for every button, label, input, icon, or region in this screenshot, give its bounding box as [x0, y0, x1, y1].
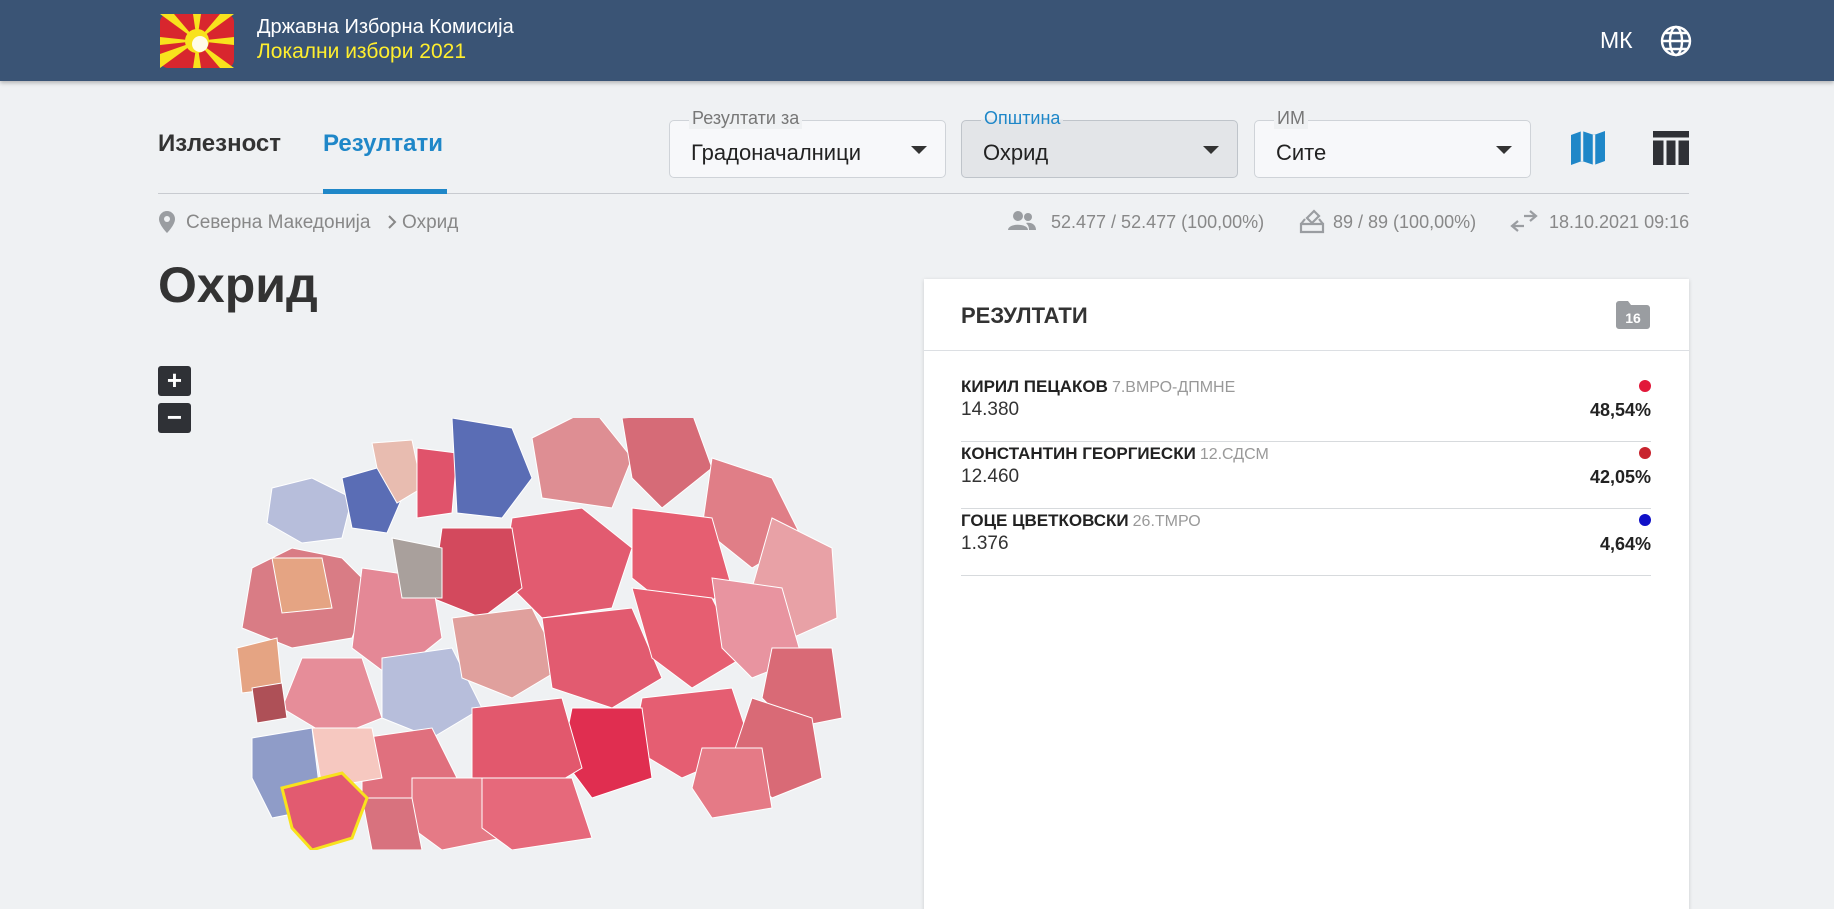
chevron-right-icon — [388, 215, 397, 229]
brand-subtitle: Локални избори 2021 — [257, 40, 466, 63]
flag-emblem-logo[interactable] — [160, 14, 234, 68]
results-for-label: Резултати за — [689, 108, 803, 129]
chevron-down-icon — [911, 146, 927, 154]
breadcrumb-country[interactable]: Северна Македонија — [186, 212, 370, 234]
candidate-name: ГОЦЕ ЦВЕТКОВСКИ 26.ТМРО — [961, 511, 1201, 530]
sync-arrows-icon — [1510, 210, 1538, 232]
polling-station-select[interactable]: ИМ Сите — [1254, 108, 1531, 178]
municipality-select[interactable]: Општина Охрид — [961, 108, 1238, 178]
polling-station-label: ИМ — [1274, 108, 1308, 129]
results-count: 16 — [1625, 310, 1641, 326]
candidate-votes: 1.376 — [961, 533, 1009, 554]
municipality-map[interactable] — [212, 418, 850, 850]
voters-stat: 52.477 / 52.477 (100,00%) — [1051, 212, 1265, 232]
language-switch[interactable]: МК — [1600, 27, 1633, 54]
tab-results[interactable]: Резултати — [323, 130, 443, 158]
page-title: Охрид — [158, 257, 318, 313]
results-for-select[interactable]: Резултати за Градоначалници — [669, 108, 946, 178]
polling-station-value: Сите — [1276, 140, 1327, 165]
candidate-votes: 14.380 — [961, 399, 1020, 420]
candidate-party: 12.СДСМ — [1199, 446, 1269, 463]
candidate-votes: 12.460 — [961, 466, 1020, 487]
ballot-box-icon — [1299, 209, 1325, 234]
polling-stations-stat: 89 / 89 (100,00%) — [1333, 212, 1477, 232]
candidate-percent: 48,54% — [1589, 400, 1651, 420]
chevron-down-icon — [1203, 146, 1219, 154]
location-pin-icon — [159, 211, 175, 233]
candidate-percent: 4,64% — [1599, 534, 1651, 554]
list-item[interactable]: ГОЦЕ ЦВЕТКОВСКИ 26.ТМРО 1.376 4,64% — [961, 509, 1651, 576]
map-icon[interactable] — [1568, 128, 1608, 168]
brand: Државна Изборна Комисија Локални избори … — [257, 15, 514, 65]
candidate-name: КОНСТАНТИН ГЕОРГИЕСКИ 12.СДСМ — [961, 444, 1269, 463]
last-updated: 18.10.2021 09:16 — [1549, 212, 1690, 232]
tab-turnout[interactable]: Излезност — [158, 130, 281, 158]
results-title: РЕЗУЛТАТИ — [961, 303, 1088, 328]
table-icon[interactable] — [1651, 128, 1691, 168]
results-header: РЕЗУЛТАТИ 16 — [924, 279, 1689, 351]
party-color-dot — [1639, 514, 1651, 526]
candidate-percent: 42,05% — [1589, 467, 1651, 487]
active-tab-indicator — [323, 189, 447, 194]
candidate-party: 7.ВМРО-ДПМНЕ — [1111, 379, 1236, 396]
candidate-name: КИРИЛ ПЕЦАКОВ 7.ВМРО-ДПМНЕ — [961, 377, 1236, 396]
zoom-in-button[interactable]: + — [158, 366, 191, 396]
brand-title: Државна Изборна Комисија — [257, 16, 514, 38]
list-item[interactable]: КИРИЛ ПЕЦАКОВ 7.ВМРО-ДПМНЕ 14.380 48,54% — [961, 375, 1651, 442]
party-color-dot — [1639, 447, 1651, 459]
results-for-value: Градоначалници — [691, 140, 861, 165]
candidate-party: 26.ТМРО — [1132, 513, 1201, 530]
top-bar: Државна Изборна Комисија Локални избори … — [0, 0, 1834, 81]
chevron-down-icon — [1496, 146, 1512, 154]
municipality-label: Општина — [981, 108, 1064, 129]
list-item[interactable]: КОНСТАНТИН ГЕОРГИЕСКИ 12.СДСМ 12.460 42,0… — [961, 442, 1651, 509]
results-panel: РЕЗУЛТАТИ 16 КИРИЛ ПЕЦАКОВ 7.ВМРО-ДПМНЕ 1… — [924, 279, 1689, 909]
party-color-dot — [1639, 380, 1651, 392]
people-icon — [1008, 211, 1036, 230]
zoom-out-button[interactable]: − — [158, 403, 191, 433]
folder-icon[interactable]: 16 — [1616, 301, 1650, 329]
breadcrumb-municipality[interactable]: Охрид — [402, 212, 458, 234]
municipality-value: Охрид — [983, 140, 1049, 165]
globe-icon[interactable] — [1659, 24, 1693, 58]
